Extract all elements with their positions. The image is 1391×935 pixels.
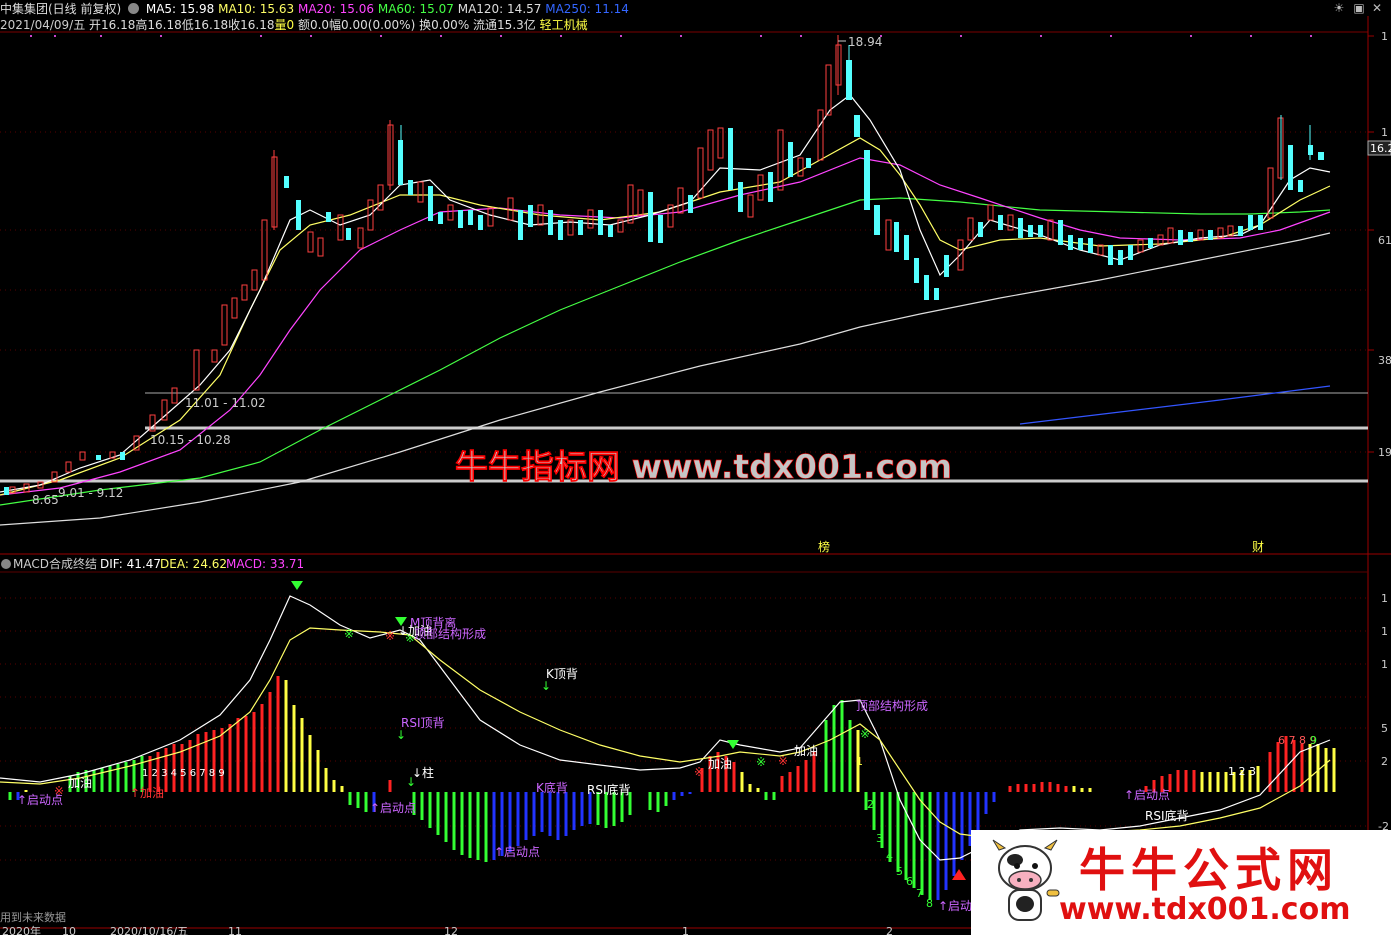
svg-text:9: 9 <box>1310 734 1317 747</box>
svg-text:※: ※ <box>344 627 354 641</box>
svg-text:※: ※ <box>694 765 704 779</box>
macd-dea: DEA: 24.62 <box>160 557 227 571</box>
svg-text:2: 2 <box>867 798 874 811</box>
band2-label: 10.15 - 10.28 <box>150 433 231 447</box>
ma250-line <box>1019 385 1331 425</box>
macd-axis: 1 1 1 5 2 -2 -5 <box>1378 592 1389 867</box>
svg-text:顶部结构形成: 顶部结构形成 <box>414 626 486 641</box>
svg-text:1: 1 <box>856 755 863 768</box>
svg-text:RSI底背: RSI底背 <box>1145 808 1189 823</box>
marker-bang: 榜 <box>818 539 830 554</box>
macd-settings-icon <box>1 559 11 569</box>
svg-text:7: 7 <box>916 887 923 900</box>
svg-text:↑启动点: ↑启动点 <box>1124 788 1170 802</box>
svg-text:12: 12 <box>444 925 458 935</box>
future-data-notice: 用到未来数据 <box>0 910 66 924</box>
svg-text:↓: ↓ <box>541 679 551 693</box>
band1-label: 11.01 - 11.02 <box>185 396 266 410</box>
svg-text:4: 4 <box>886 850 893 863</box>
svg-text:※: ※ <box>860 727 870 741</box>
peak-price-label: 18.94 <box>848 35 882 49</box>
svg-text:加油: 加油 <box>708 757 732 771</box>
svg-text:38: 38 <box>1378 354 1391 367</box>
svg-text:1: 1 <box>1381 592 1388 605</box>
band3-label: 9.01 - 9.12 <box>58 486 123 500</box>
svg-text:↑启动点: ↑启动点 <box>494 845 540 859</box>
svg-text:※: ※ <box>385 629 395 643</box>
low-price-label: 8.65 <box>32 493 59 507</box>
down-triangle-marker <box>291 581 303 590</box>
svg-text:1: 1 <box>1381 30 1388 43</box>
candlesticks <box>4 35 1324 495</box>
marker-cai: 财 <box>1252 540 1264 554</box>
dea-line <box>0 627 1331 839</box>
svg-text:顶部结构形成: 顶部结构形成 <box>856 698 928 713</box>
svg-text:61: 61 <box>1378 234 1391 247</box>
svg-text:K底背: K底背 <box>536 780 568 795</box>
svg-text:↑加油: ↑加油 <box>130 786 164 800</box>
svg-text:加油: 加油 <box>68 776 92 790</box>
center-watermark: 牛牛指标网 www.tdx001.com <box>455 447 952 486</box>
signal-dots <box>30 35 1312 37</box>
svg-text:2020年: 2020年 <box>2 924 41 935</box>
svg-text:19: 19 <box>1378 446 1391 459</box>
svg-text:5: 5 <box>896 865 903 878</box>
cow-mascot-icon <box>992 839 1060 921</box>
chart-canvas[interactable]: 18.94 8.65 11.01 - 11.02 10.15 - 10.28 9… <box>0 0 1391 935</box>
svg-text:↑启动点: ↑启动点 <box>17 793 63 807</box>
svg-text:↓: ↓ <box>396 728 406 742</box>
svg-text:加油: 加油 <box>794 744 818 758</box>
svg-text:10: 10 <box>62 925 76 935</box>
svg-text:2: 2 <box>1381 755 1388 768</box>
macd-dif: DIF: 41.47 <box>100 557 161 571</box>
svg-text:※: ※ <box>778 754 788 768</box>
svg-text:5: 5 <box>1381 722 1388 735</box>
svg-text:2020/10/16/五: 2020/10/16/五 <box>110 925 188 935</box>
site-logo-banner: 牛牛公式网 www.tdx001.com <box>971 830 1391 935</box>
svg-text:1: 1 <box>682 925 689 935</box>
macd-title: MACD合成终结 <box>13 556 97 571</box>
svg-text:1: 1 <box>1381 625 1388 638</box>
svg-text:↓: ↓ <box>406 775 416 789</box>
svg-text:※: ※ <box>756 755 766 769</box>
svg-text:1 2 3 4 5 6 7 8 9: 1 2 3 4 5 6 7 8 9 <box>142 768 225 779</box>
logo-title: 牛牛公式网 <box>1079 843 1339 897</box>
svg-text:11: 11 <box>228 925 242 935</box>
svg-text:1: 1 <box>1381 658 1388 671</box>
macd-value: MACD: 33.71 <box>226 557 304 571</box>
svg-text:1: 1 <box>1381 126 1388 139</box>
svg-text:↑启动点: ↑启动点 <box>370 801 416 815</box>
price-axis: 1 1 16.2 61 38 19 <box>1367 30 1391 459</box>
svg-text:3: 3 <box>876 832 883 845</box>
svg-text:1 2 3: 1 2 3 <box>1228 765 1256 778</box>
svg-text:16.2: 16.2 <box>1370 142 1391 155</box>
svg-text:8: 8 <box>926 897 933 910</box>
svg-text:RSI底背: RSI底背 <box>587 782 631 797</box>
logo-url: www.tdx001.com <box>1059 892 1351 927</box>
svg-text:2: 2 <box>886 925 893 935</box>
svg-text:RSI顶背: RSI顶背 <box>401 716 445 730</box>
svg-text:6: 6 <box>906 875 913 888</box>
